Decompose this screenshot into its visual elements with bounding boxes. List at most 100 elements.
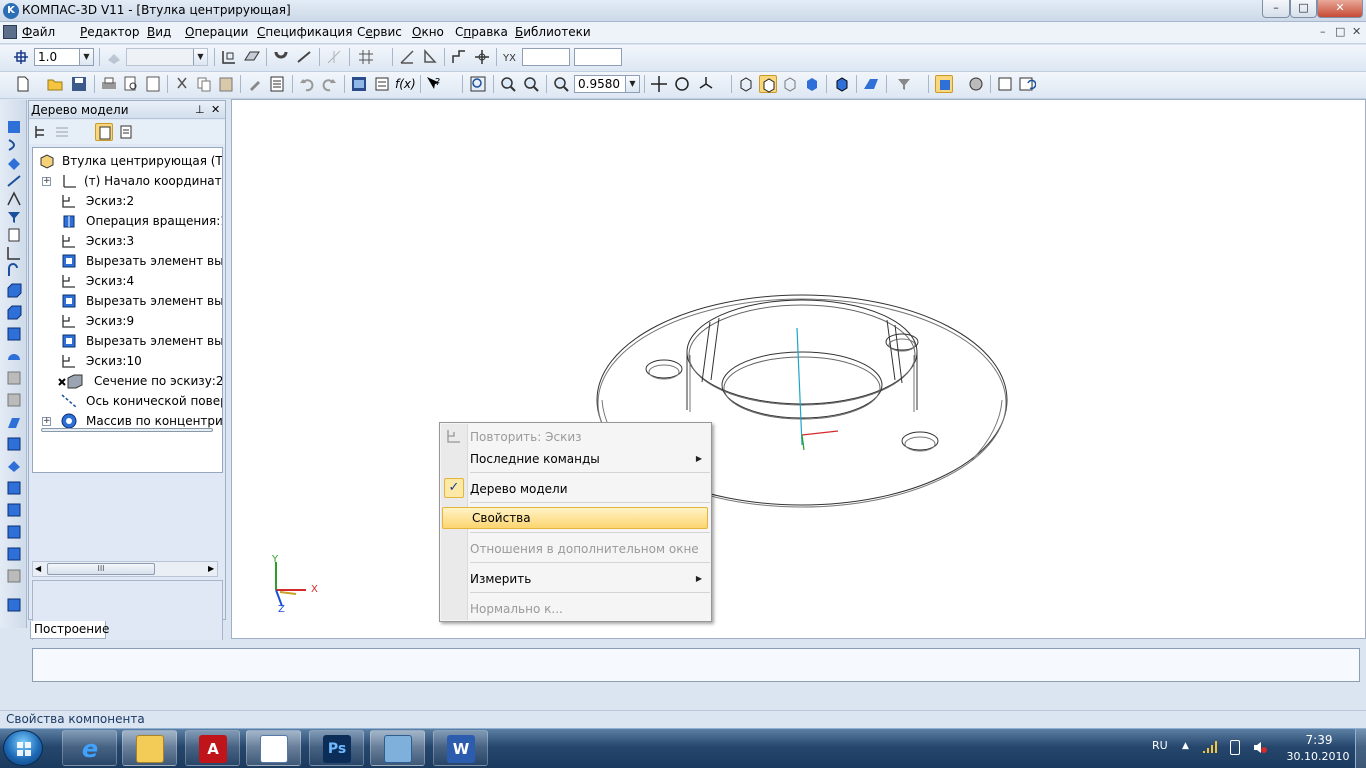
scroll-left-icon[interactable]: ◀ bbox=[35, 564, 41, 573]
zoom-in-icon[interactable] bbox=[499, 75, 517, 93]
close-button[interactable]: ✕ bbox=[1317, 0, 1363, 18]
tray-expand-icon[interactable]: ▲ bbox=[1182, 741, 1189, 751]
step-icon[interactable] bbox=[450, 48, 468, 66]
fillet-icon[interactable] bbox=[5, 391, 23, 409]
thin-hidden-icon[interactable] bbox=[781, 75, 799, 93]
taskbar-word[interactable]: W bbox=[433, 730, 488, 766]
filter-tool-icon[interactable] bbox=[5, 208, 23, 226]
aux-geometry-icon[interactable] bbox=[5, 190, 23, 208]
mdi-minimize-button[interactable]: – bbox=[1320, 25, 1326, 38]
rotate-icon[interactable] bbox=[673, 75, 691, 93]
menu-service[interactable]: Сервис bbox=[357, 25, 402, 39]
help-cursor-icon[interactable]: ? bbox=[425, 75, 443, 93]
split-icon[interactable] bbox=[5, 523, 23, 541]
array-tool-icon[interactable] bbox=[5, 567, 23, 585]
orientation-icon[interactable] bbox=[697, 75, 715, 93]
menu-recent-commands[interactable]: Последние команды ▶ bbox=[470, 448, 708, 470]
variables-icon[interactable] bbox=[373, 75, 391, 93]
document-icon[interactable] bbox=[3, 25, 17, 39]
tab-build[interactable]: Построение bbox=[30, 621, 109, 639]
properties-list-icon[interactable] bbox=[268, 75, 286, 93]
loft-icon[interactable] bbox=[5, 347, 23, 365]
taskbar-kompas-3d[interactable] bbox=[370, 730, 425, 766]
hole-icon[interactable] bbox=[5, 435, 23, 453]
show-desktop-button[interactable] bbox=[1355, 729, 1366, 768]
print-preview-icon[interactable] bbox=[122, 75, 140, 93]
minimize-button[interactable]: – bbox=[1262, 0, 1290, 18]
close-icon[interactable]: ✕ bbox=[211, 103, 220, 116]
menu-file[interactable]: Файл bbox=[22, 25, 55, 39]
menu-properties[interactable]: Свойства bbox=[442, 507, 708, 529]
revolve-tool-icon[interactable] bbox=[5, 303, 23, 321]
pin-icon[interactable]: ⊥ bbox=[195, 103, 205, 116]
signal-icon[interactable] bbox=[1202, 740, 1218, 754]
taskbar-acrobat[interactable]: A bbox=[185, 730, 240, 766]
maximize-button[interactable]: □ bbox=[1290, 0, 1317, 18]
preview-icon[interactable] bbox=[144, 75, 162, 93]
taskbar-photoshop[interactable]: Ps bbox=[309, 730, 364, 766]
measure-tool-icon[interactable] bbox=[5, 226, 23, 244]
expand-toggle[interactable]: + bbox=[42, 177, 51, 186]
mdi-restore-button[interactable]: □ bbox=[1335, 25, 1345, 38]
snap-step-icon[interactable] bbox=[12, 48, 30, 66]
cut-icon[interactable] bbox=[173, 75, 191, 93]
filter-icon[interactable] bbox=[895, 75, 913, 93]
manager-icon[interactable] bbox=[350, 75, 368, 93]
battery-icon[interactable] bbox=[1230, 740, 1240, 755]
start-button[interactable] bbox=[3, 730, 43, 766]
hidden-lines-icon[interactable] bbox=[759, 75, 777, 93]
cut-tool-icon[interactable] bbox=[5, 369, 23, 387]
zoom-scale-icon[interactable] bbox=[552, 75, 570, 93]
paste-icon[interactable] bbox=[217, 75, 235, 93]
copy-icon[interactable] bbox=[195, 75, 213, 93]
sheet-tool-icon[interactable] bbox=[5, 262, 23, 280]
surface-tool-icon[interactable] bbox=[5, 154, 23, 172]
constraint-icon[interactable] bbox=[398, 48, 416, 66]
chamfer-icon[interactable] bbox=[5, 413, 23, 431]
zoom-out-icon[interactable] bbox=[522, 75, 540, 93]
angle-icon[interactable] bbox=[421, 48, 439, 66]
tree-list-icon[interactable] bbox=[53, 123, 71, 141]
coord-y-field[interactable] bbox=[574, 48, 622, 66]
kinematic-icon[interactable] bbox=[5, 325, 23, 343]
wireframe-icon[interactable] bbox=[737, 75, 755, 93]
horizontal-scrollbar[interactable]: ◀ III ▶ bbox=[32, 561, 218, 577]
scroll-right-icon[interactable]: ▶ bbox=[208, 564, 214, 573]
tree-structure-icon[interactable] bbox=[32, 123, 50, 141]
undo-icon[interactable] bbox=[298, 75, 316, 93]
tree-detail-icon[interactable] bbox=[117, 123, 135, 141]
rib-icon[interactable] bbox=[5, 457, 23, 475]
grid-icon[interactable] bbox=[357, 48, 375, 66]
curve-tool-icon[interactable] bbox=[5, 136, 23, 154]
shaded-edges-icon[interactable] bbox=[833, 75, 851, 93]
taskbar-explorer[interactable] bbox=[122, 730, 177, 766]
parameters-icon[interactable] bbox=[996, 75, 1014, 93]
language-indicator[interactable]: RU bbox=[1152, 739, 1168, 752]
shaded-icon[interactable] bbox=[803, 75, 821, 93]
model-tool-icon[interactable] bbox=[5, 118, 23, 136]
plane-icon[interactable] bbox=[243, 48, 261, 66]
format-brush-icon[interactable] bbox=[246, 75, 264, 93]
taskbar-kompas[interactable] bbox=[246, 730, 301, 766]
zoom-combo[interactable]: 0.9580 ▼ bbox=[574, 75, 640, 93]
menu-edit[interactable]: Редактор bbox=[80, 25, 139, 39]
mdi-close-button[interactable]: ✕ bbox=[1352, 25, 1361, 38]
menu-libraries[interactable]: Библиотеки bbox=[515, 25, 591, 39]
menu-window[interactable]: Окно bbox=[412, 25, 444, 39]
spec-tool-icon[interactable] bbox=[5, 244, 23, 262]
insert-component-icon[interactable] bbox=[5, 596, 23, 614]
print-icon[interactable] bbox=[100, 75, 118, 93]
cursor-icon[interactable] bbox=[473, 48, 491, 66]
taskbar-ie[interactable]: e bbox=[62, 730, 117, 766]
coord-x-field[interactable] bbox=[522, 48, 570, 66]
mirror-icon[interactable] bbox=[5, 545, 23, 563]
expand-toggle[interactable]: + bbox=[42, 417, 51, 426]
tree-view-icon[interactable] bbox=[95, 123, 113, 141]
extrude-icon[interactable] bbox=[5, 281, 23, 299]
menu-measure[interactable]: Измерить ▶ bbox=[470, 568, 708, 590]
library-icon[interactable] bbox=[967, 75, 985, 93]
draft-icon[interactable] bbox=[5, 501, 23, 519]
open-folder-icon[interactable] bbox=[46, 75, 64, 93]
spatial-curve-icon[interactable] bbox=[5, 172, 23, 190]
save-icon[interactable] bbox=[70, 75, 88, 93]
